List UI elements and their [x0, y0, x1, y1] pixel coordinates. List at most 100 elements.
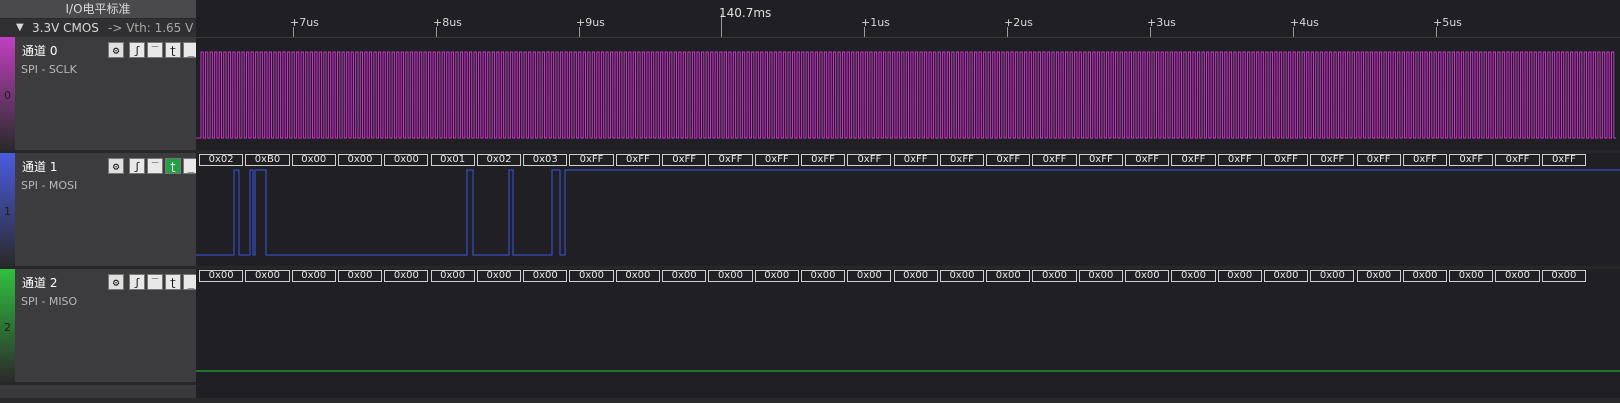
decode-byte[interactable]: 0x00	[662, 270, 707, 282]
decode-byte[interactable]: 0x00	[337, 154, 383, 166]
decode-byte[interactable]: 0x00	[1310, 270, 1355, 282]
decode-byte[interactable]: 0x00	[291, 154, 336, 166]
decode-byte[interactable]: 0xFF	[1217, 154, 1262, 166]
falling-edge-icon[interactable]: ʈ	[165, 274, 181, 290]
channel-panel: I/O电平标准 ▼ 3.3V CMOS -> Vth: 1.65 V 0 通道 …	[0, 0, 199, 403]
horizontal-scrollbar[interactable]	[0, 398, 1620, 403]
decode-byte[interactable]: 0x00	[523, 270, 568, 282]
decode-byte[interactable]: 0x00	[1263, 270, 1309, 282]
channel-protocol: SPI - SCLK	[21, 63, 77, 76]
decode-byte[interactable]: 0xFF	[1449, 154, 1494, 166]
decode-byte[interactable]: 0xFF	[1541, 154, 1586, 166]
decode-byte[interactable]: 0x00	[384, 154, 429, 166]
decode-byte[interactable]: 0xFF	[662, 154, 707, 166]
decode-byte[interactable]: 0xFF	[1125, 154, 1170, 166]
decode-byte[interactable]: 0x00	[1541, 270, 1586, 282]
decode-byte[interactable]: 0x00	[245, 270, 290, 282]
decode-byte[interactable]: 0xFF	[1402, 154, 1448, 166]
ruler-tick-label: +3us	[1147, 16, 1176, 29]
decode-byte[interactable]: 0x00	[754, 270, 799, 282]
io-standard-value: 3.3V CMOS	[32, 21, 99, 35]
decode-byte[interactable]: 0x00	[1449, 270, 1494, 282]
decode-byte[interactable]: 0xFF	[569, 154, 614, 166]
decode-byte[interactable]: 0x00	[1078, 270, 1123, 282]
channel-name[interactable]: 通道 2	[22, 274, 57, 291]
ruler-tick-label: +9us	[576, 16, 605, 29]
channel-1-header[interactable]: 1 通道 1 SPI - MOSI ⚙ ʃ ‾ ʈ _	[0, 153, 199, 269]
high-level-icon[interactable]: ‾	[147, 42, 163, 58]
decode-byte[interactable]: 0x00	[430, 270, 475, 282]
decode-byte[interactable]: 0x00	[1171, 270, 1216, 282]
channel-2-header[interactable]: 2 通道 2 SPI - MISO ⚙ ʃ ‾ ʈ _	[0, 269, 199, 385]
decode-byte[interactable]: 0x00	[615, 270, 660, 282]
decode-byte[interactable]: 0x02	[476, 154, 522, 166]
decode-byte[interactable]: 0xB0	[245, 154, 290, 166]
mosi-trace	[196, 169, 1620, 256]
falling-edge-icon[interactable]: ʈ	[165, 42, 181, 58]
decode-byte[interactable]: 0x01	[430, 154, 475, 166]
channel-name[interactable]: 通道 1	[22, 158, 57, 175]
decode-byte[interactable]: 0x00	[476, 270, 522, 282]
decode-byte[interactable]: 0x00	[1402, 270, 1448, 282]
decode-byte[interactable]: 0xFF	[847, 154, 892, 166]
decode-byte[interactable]: 0x00	[569, 270, 614, 282]
decode-byte[interactable]: 0x00	[800, 270, 846, 282]
gear-icon[interactable]: ⚙	[108, 158, 124, 174]
waveform-miso[interactable]: 0x00 0x00 0x00 0x00 0x00 0x00 0x00 0x00 0x00 0x00…	[196, 269, 1620, 385]
decode-byte[interactable]: 0xFF	[1263, 154, 1309, 166]
channel-protocol: SPI - MOSI	[21, 179, 78, 192]
time-ruler[interactable]: 140.7ms +7us +8us +9us +1us +2us +3us +4us +5us	[196, 0, 1620, 38]
decode-byte[interactable]: 0x00	[708, 270, 753, 282]
decode-byte[interactable]: 0x00	[291, 270, 336, 282]
decode-byte[interactable]: 0x00	[1356, 270, 1401, 282]
decode-byte[interactable]: 0xFF	[754, 154, 799, 166]
channel-protocol: SPI - MISO	[21, 295, 78, 308]
decode-byte[interactable]: 0x02	[199, 154, 244, 166]
channel-index: 1	[4, 205, 11, 218]
falling-edge-icon[interactable]: ʈ	[165, 158, 181, 174]
gear-icon[interactable]: ⚙	[108, 42, 124, 58]
decode-byte[interactable]: 0x00	[1032, 270, 1077, 282]
decode-byte[interactable]: 0x00	[847, 270, 892, 282]
decode-byte[interactable]: 0xFF	[1495, 154, 1540, 166]
channel-name[interactable]: 通道 0	[22, 42, 57, 59]
channel-0-header[interactable]: 0 通道 0 SPI - SCLK ⚙ ʃ ‾ ʈ _	[0, 37, 199, 153]
decode-byte[interactable]: 0x00	[986, 270, 1031, 282]
waveform-mosi[interactable]: 0x02 0xB0 0x00 0x00 0x00 0x01 0x02 0x03 0xFF 0xFF…	[196, 153, 1620, 266]
decode-byte[interactable]: 0x00	[1125, 270, 1170, 282]
ruler-tick-label: +4us	[1290, 16, 1319, 29]
miso-waveform-graphic	[196, 370, 1620, 372]
decode-byte[interactable]: 0xFF	[939, 154, 985, 166]
channel-index: 0	[4, 89, 11, 102]
decode-byte[interactable]: 0xFF	[1171, 154, 1216, 166]
decode-byte[interactable]: 0x00	[1495, 270, 1540, 282]
gear-icon[interactable]: ⚙	[108, 274, 124, 290]
rising-edge-icon[interactable]: ʃ	[129, 158, 145, 174]
decode-byte[interactable]: 0x00	[893, 270, 938, 282]
rising-edge-icon[interactable]: ʃ	[129, 42, 145, 58]
rising-edge-icon[interactable]: ʃ	[129, 274, 145, 290]
high-level-icon[interactable]: ‾	[147, 158, 163, 174]
decode-byte[interactable]: 0x00	[199, 270, 244, 282]
decode-byte[interactable]: 0xFF	[1356, 154, 1401, 166]
decode-byte[interactable]: 0xFF	[893, 154, 938, 166]
sclk-waveform-graphic	[196, 51, 1617, 139]
decode-byte[interactable]: 0xFF	[1032, 154, 1077, 166]
decode-byte[interactable]: 0x00	[337, 270, 383, 282]
decode-byte[interactable]: 0xFF	[708, 154, 753, 166]
decode-byte[interactable]: 0xFF	[615, 154, 660, 166]
decode-byte[interactable]: 0xFF	[1078, 154, 1123, 166]
chevron-down-icon[interactable]: ▼	[16, 19, 24, 37]
decode-byte[interactable]: 0xFF	[800, 154, 846, 166]
decode-byte[interactable]: 0x00	[384, 270, 429, 282]
ruler-tick-label: +5us	[1433, 16, 1462, 29]
high-level-icon[interactable]: ‾	[147, 274, 163, 290]
waveform-sclk[interactable]	[196, 38, 1620, 150]
decode-byte[interactable]: 0x03	[523, 154, 568, 166]
decode-byte[interactable]: 0xFF	[986, 154, 1031, 166]
decode-byte[interactable]: 0xFF	[1310, 154, 1355, 166]
io-standard-dropdown[interactable]: ▼ 3.3V CMOS -> Vth: 1.65 V	[0, 19, 196, 38]
mosi-waveform-graphic	[196, 169, 1620, 256]
decode-byte[interactable]: 0x00	[939, 270, 985, 282]
decode-byte[interactable]: 0x00	[1217, 270, 1262, 282]
